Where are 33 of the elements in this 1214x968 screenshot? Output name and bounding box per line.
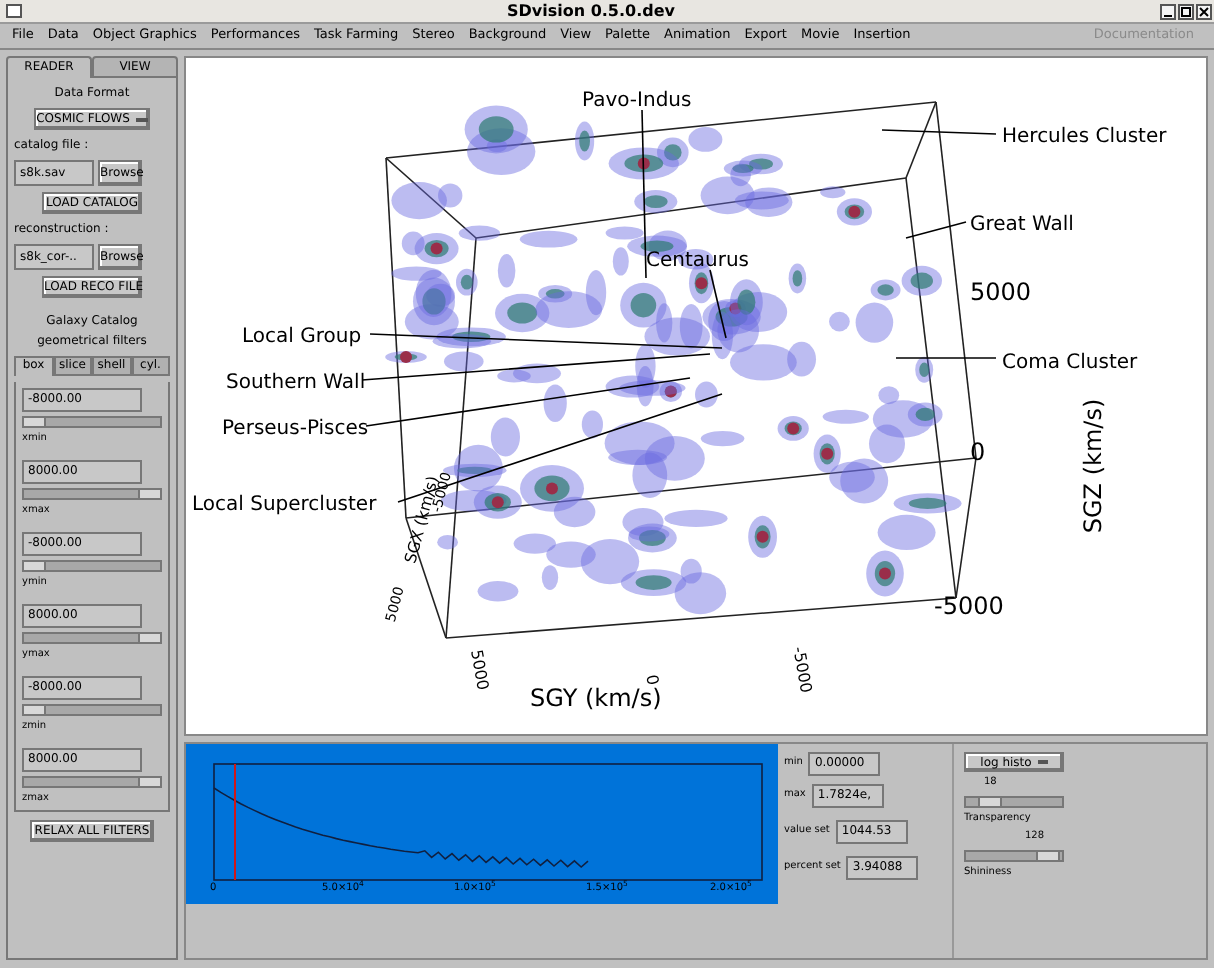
- structure-label: Local Supercluster: [192, 492, 377, 520]
- structure-label: Hercules Cluster: [1002, 124, 1167, 152]
- tick-label: 5000: [970, 276, 1032, 310]
- slider-thumb[interactable]: [137, 490, 162, 498]
- structure-label: Southern Wall: [226, 370, 366, 398]
- leader-line: [905, 221, 967, 239]
- structure-label: Centaurus: [646, 248, 750, 276]
- slider-thumb[interactable]: [137, 778, 162, 786]
- axis-title: SGY (km/s): [530, 684, 662, 716]
- slider-thumb[interactable]: [137, 634, 162, 642]
- structure-label: Local Group: [242, 324, 362, 352]
- axis-title: SGZ (km/s): [1077, 398, 1110, 534]
- slider-thumb[interactable]: [22, 706, 47, 714]
- slider-thumb[interactable]: [978, 797, 1002, 805]
- close-icon[interactable]: [1196, 3, 1212, 19]
- slider-thumb[interactable]: [22, 418, 47, 426]
- leader-line: [895, 357, 997, 359]
- structure-label: Coma Cluster: [1002, 350, 1138, 378]
- threshold-marker[interactable]: [233, 764, 236, 880]
- slider-thumb[interactable]: [1035, 851, 1060, 859]
- slider-thumb[interactable]: [22, 562, 47, 570]
- tick-label: -5000: [787, 645, 818, 695]
- structure-label: Perseus-Pisces: [222, 416, 369, 444]
- structure-label: Pavo-Indus: [582, 88, 692, 116]
- maximize-icon[interactable]: [1178, 3, 1194, 19]
- leader-line: [881, 129, 997, 135]
- tick-label: 0: [640, 672, 664, 687]
- structure-label: Great Wall: [970, 212, 1074, 240]
- window-menu-icon[interactable]: [6, 4, 22, 18]
- tick-label: -5000: [934, 590, 1004, 624]
- window-title: SDvision 0.5.0.dev: [504, 0, 678, 23]
- tick-label: 5000: [464, 647, 494, 693]
- minimize-icon[interactable]: [1160, 3, 1176, 19]
